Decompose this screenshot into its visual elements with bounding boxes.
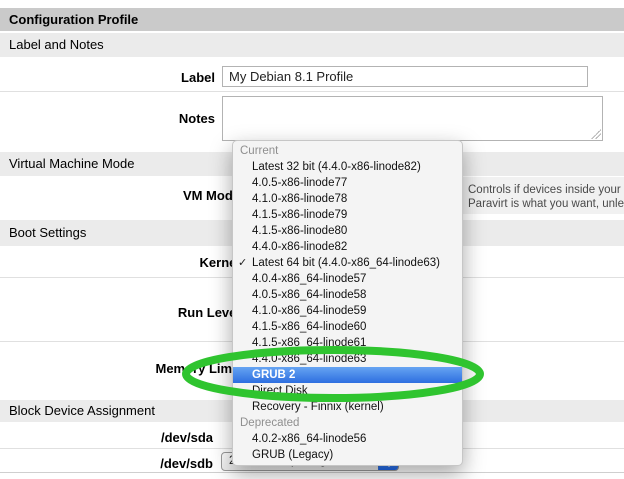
vm-mode-helper-line2: Paravirt is what you want, unle bbox=[468, 197, 624, 211]
kernel-option[interactable]: 4.4.0-x86-linode82 bbox=[233, 239, 462, 255]
kernel-option[interactable]: 4.4.0-x86_64-linode63 bbox=[233, 351, 462, 367]
kernel-option-label: 4.0.5-x86-linode77 bbox=[252, 177, 347, 189]
bottom-divider bbox=[0, 472, 624, 473]
kernel-option[interactable]: 4.1.5-x86-linode80 bbox=[233, 223, 462, 239]
kernel-option[interactable]: GRUB 2 bbox=[233, 367, 462, 383]
section-header-label-and-notes: Label and Notes bbox=[0, 33, 624, 57]
kernel-option[interactable]: 4.1.5-x86-linode79 bbox=[233, 207, 462, 223]
kernel-option[interactable]: 4.1.5-x86_64-linode60 bbox=[233, 319, 462, 335]
kernel-option[interactable]: Recovery - Finnix (kernel) bbox=[233, 399, 462, 415]
kernel-option-label: Latest 64 bit (4.4.0-x86_64-linode63) bbox=[252, 257, 440, 269]
kernel-option[interactable]: 4.0.5-x86-linode77 bbox=[233, 175, 462, 191]
kernel-label: Kernel bbox=[0, 255, 240, 270]
textarea-resize-grip-icon[interactable] bbox=[591, 129, 601, 139]
kernel-option[interactable]: ✓Latest 64 bit (4.4.0-x86_64-linode63) bbox=[233, 255, 462, 271]
kernel-option-label: 4.4.0-x86_64-linode63 bbox=[252, 353, 366, 365]
memory-limit-label: Memory Limit bbox=[0, 361, 240, 376]
checkmark-icon: ✓ bbox=[238, 255, 250, 271]
kernel-option[interactable]: Direct Disk bbox=[233, 383, 462, 399]
kernel-option-label: 4.1.0-x86-linode78 bbox=[252, 193, 347, 205]
kernel-option-label: 4.1.5-x86_64-linode60 bbox=[252, 321, 366, 333]
kernel-option[interactable]: GRUB (Legacy) bbox=[233, 447, 462, 463]
kernel-option[interactable]: 4.0.4-x86_64-linode57 bbox=[233, 271, 462, 287]
kernel-group-header: Current bbox=[233, 143, 462, 159]
label-field-label: Label bbox=[0, 70, 215, 85]
kernel-option[interactable]: 4.0.2-x86_64-linode56 bbox=[233, 431, 462, 447]
notes-textarea[interactable] bbox=[222, 96, 603, 141]
kernel-option-label: Current bbox=[240, 145, 278, 157]
kernel-option-label: 4.1.0-x86_64-linode59 bbox=[252, 305, 366, 317]
kernel-dropdown-list: Current Latest 32 bit (4.4.0-x86-linode82… bbox=[233, 143, 462, 463]
configuration-profile-page: Configuration Profile Label and Notes La… bbox=[0, 0, 624, 479]
kernel-option-label: 4.0.2-x86_64-linode56 bbox=[252, 433, 366, 445]
kernel-option-label: 4.0.5-x86_64-linode58 bbox=[252, 289, 366, 301]
kernel-option-label: Deprecated bbox=[240, 417, 299, 429]
kernel-option-label: Direct Disk bbox=[252, 385, 308, 397]
page-title: Configuration Profile bbox=[0, 8, 624, 31]
kernel-option-label: 4.1.5-x86_64-linode61 bbox=[252, 337, 366, 349]
kernel-option[interactable]: 4.1.0-x86-linode78 bbox=[233, 191, 462, 207]
vm-mode-label: VM Mode bbox=[0, 188, 240, 203]
kernel-option-label: Recovery - Finnix (kernel) bbox=[252, 401, 384, 413]
dev-sda-label: /dev/sda bbox=[0, 430, 213, 445]
kernel-option-label: GRUB (Legacy) bbox=[252, 449, 333, 461]
kernel-option-label: 4.1.5-x86-linode80 bbox=[252, 225, 347, 237]
kernel-option[interactable]: Latest 32 bit (4.4.0-x86-linode82) bbox=[233, 159, 462, 175]
notes-field-label: Notes bbox=[0, 111, 215, 126]
dev-sdb-label: /dev/sdb bbox=[0, 456, 213, 471]
vm-mode-helper-line1: Controls if devices inside your bbox=[468, 183, 621, 197]
kernel-option[interactable]: 4.1.0-x86_64-linode59 bbox=[233, 303, 462, 319]
run-level-label: Run Level bbox=[0, 305, 240, 320]
row-divider bbox=[0, 91, 624, 92]
kernel-option-label: 4.1.5-x86-linode79 bbox=[252, 209, 347, 221]
kernel-option-label: Latest 32 bit (4.4.0-x86-linode82) bbox=[252, 161, 421, 173]
kernel-option[interactable]: 4.1.5-x86_64-linode61 bbox=[233, 335, 462, 351]
kernel-group-header: Deprecated bbox=[233, 415, 462, 431]
kernel-option[interactable]: 4.0.5-x86_64-linode58 bbox=[233, 287, 462, 303]
kernel-option-label: 4.4.0-x86-linode82 bbox=[252, 241, 347, 253]
kernel-dropdown: Current Latest 32 bit (4.4.0-x86-linode82… bbox=[232, 140, 463, 466]
kernel-option-label: GRUB 2 bbox=[252, 369, 295, 381]
kernel-option-label: 4.0.4-x86_64-linode57 bbox=[252, 273, 366, 285]
label-input[interactable] bbox=[222, 66, 588, 87]
